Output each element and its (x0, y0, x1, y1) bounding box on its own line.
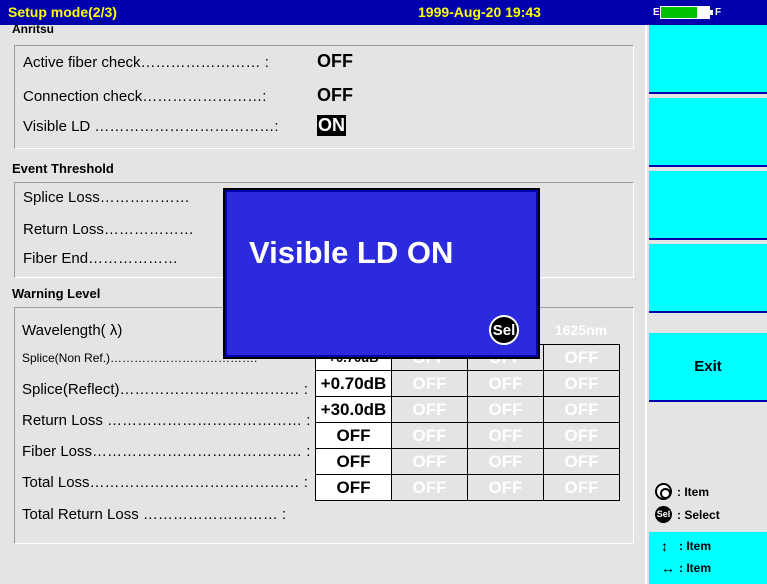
table-cell[interactable]: OFF (467, 396, 544, 423)
up-down-arrow-icon: ↕ (661, 538, 668, 554)
table-row: +30.0dB OFF OFF OFF (315, 396, 620, 423)
setting-value: OFF (317, 51, 353, 71)
wavelength-label: Wavelength( λ) (22, 322, 123, 339)
popup-message: Visible LD ON (249, 235, 454, 270)
section-warning-level-heading: Warning Level (12, 286, 101, 301)
table-cell[interactable]: OFF (543, 448, 620, 475)
rotary-knob-icon (655, 483, 672, 500)
leftright-guide-label: : Item (679, 561, 712, 575)
table-cell[interactable]: OFF (543, 344, 620, 371)
setting-fiber-end[interactable]: Fiber End……………… (23, 250, 178, 267)
setting-label: Splice Loss……………… (23, 189, 190, 206)
section-event-threshold-heading: Event Threshold (12, 161, 114, 176)
setting-label: Return Loss……………… (23, 221, 194, 238)
table-cell[interactable]: OFF (467, 370, 544, 397)
table-cell[interactable]: OFF (543, 396, 620, 423)
table-cell[interactable]: OFF (467, 474, 544, 501)
battery-empty-label: E (653, 7, 660, 18)
setting-splice-loss[interactable]: Splice Loss……………… (23, 189, 190, 206)
date-time: 1999-Aug-20 19:43 (418, 4, 541, 20)
setting-label: Visible LD ………………………………: (23, 118, 279, 135)
sel-key-icon: Sel (655, 506, 672, 523)
updown-guide-label: : Item (679, 539, 712, 553)
setting-value-selected: ON (317, 115, 346, 136)
table-row: OFF OFF OFF OFF (315, 448, 620, 475)
table-cell[interactable]: OFF (391, 422, 468, 449)
wl-label-total-loss: Total Loss…………………………………… : (22, 474, 308, 491)
table-cell[interactable]: +30.0dB (315, 396, 392, 423)
wl-label-splice-reflect: Splice(Reflect)……………………………… : (22, 381, 308, 398)
item-guide: : Item (655, 483, 709, 500)
left-right-arrow-icon: ↔ (661, 560, 675, 576)
battery-icon (660, 6, 710, 19)
setting-label: Fiber End……………… (23, 250, 179, 267)
exit-button[interactable]: Exit (649, 333, 767, 402)
setting-label: Connection check……………………: (23, 88, 267, 105)
warning-level-table: +0.70dBOFFOFFOFF +0.70dBOFFOFFOFF +30.0d… (315, 344, 620, 501)
table-cell[interactable]: OFF (391, 474, 468, 501)
table-cell[interactable]: OFF (315, 448, 392, 475)
table-cell[interactable]: OFF (315, 422, 392, 449)
table-cell[interactable]: OFF (315, 474, 392, 501)
table-cell[interactable]: OFF (543, 422, 620, 449)
section-anritsu-heading: Anritsu (12, 22, 54, 36)
table-row: OFF OFF OFF OFF (315, 422, 620, 449)
function-key-1[interactable] (649, 25, 767, 94)
battery-full-label: F (715, 7, 722, 18)
select-guide: Sel : Select (655, 506, 720, 523)
table-cell[interactable]: OFF (391, 370, 468, 397)
setting-label: Active fiber check…………………… : (23, 54, 269, 71)
table-row: OFF OFF OFF OFF (315, 474, 620, 501)
setting-connection-check[interactable]: Connection check……………………: OFF (23, 85, 353, 105)
setting-value: OFF (317, 85, 353, 105)
mode-title: Setup mode(2/3) (8, 4, 117, 20)
popup-sel-button[interactable]: Sel (489, 315, 519, 345)
wl-label-fiber-loss: Fiber Loss…………………………………… : (22, 443, 311, 460)
function-key-3[interactable] (649, 171, 767, 240)
battery-level (661, 7, 697, 18)
table-cell[interactable]: OFF (543, 474, 620, 501)
table-cell[interactable]: OFF (391, 448, 468, 475)
table-cell[interactable]: OFF (467, 422, 544, 449)
select-guide-label: : Select (677, 507, 720, 522)
wl-label-total-return-loss: Total Return Loss ……………………… : (22, 506, 287, 523)
table-row: +0.70dBOFFOFFOFF (315, 370, 620, 397)
visible-ld-popup: Visible LD ON Sel (223, 188, 540, 359)
wl-label-return-loss: Return Loss ………………………………… : (22, 412, 311, 429)
title-bar: Setup mode(2/3) 1999-Aug-20 19:43 E F (0, 0, 767, 25)
function-key-4[interactable] (649, 244, 767, 313)
function-key-panel: Exit : Item Sel : Select ↕ : Item ↔ : Item (645, 25, 767, 584)
function-key-2[interactable] (649, 98, 767, 167)
table-cell[interactable]: OFF (467, 448, 544, 475)
table-cell[interactable]: OFF (391, 396, 468, 423)
anritsu-box: Active fiber check…………………… : OFF Connect… (14, 45, 634, 149)
table-cell[interactable]: +0.70dB (315, 370, 392, 397)
setting-return-loss[interactable]: Return Loss……………… (23, 221, 194, 238)
arrow-guide: ↕ : Item ↔ : Item (649, 532, 767, 584)
table-cell[interactable]: OFF (543, 370, 620, 397)
battery-tip (710, 10, 713, 15)
item-guide-label: : Item (677, 484, 710, 499)
battery-indicator: E F (648, 0, 767, 25)
wavelength-col: 1625nm (554, 322, 608, 338)
setting-active-fiber-check[interactable]: Active fiber check…………………… : OFF (23, 51, 353, 71)
setting-visible-ld[interactable]: Visible LD ………………………………: ON (23, 115, 346, 136)
